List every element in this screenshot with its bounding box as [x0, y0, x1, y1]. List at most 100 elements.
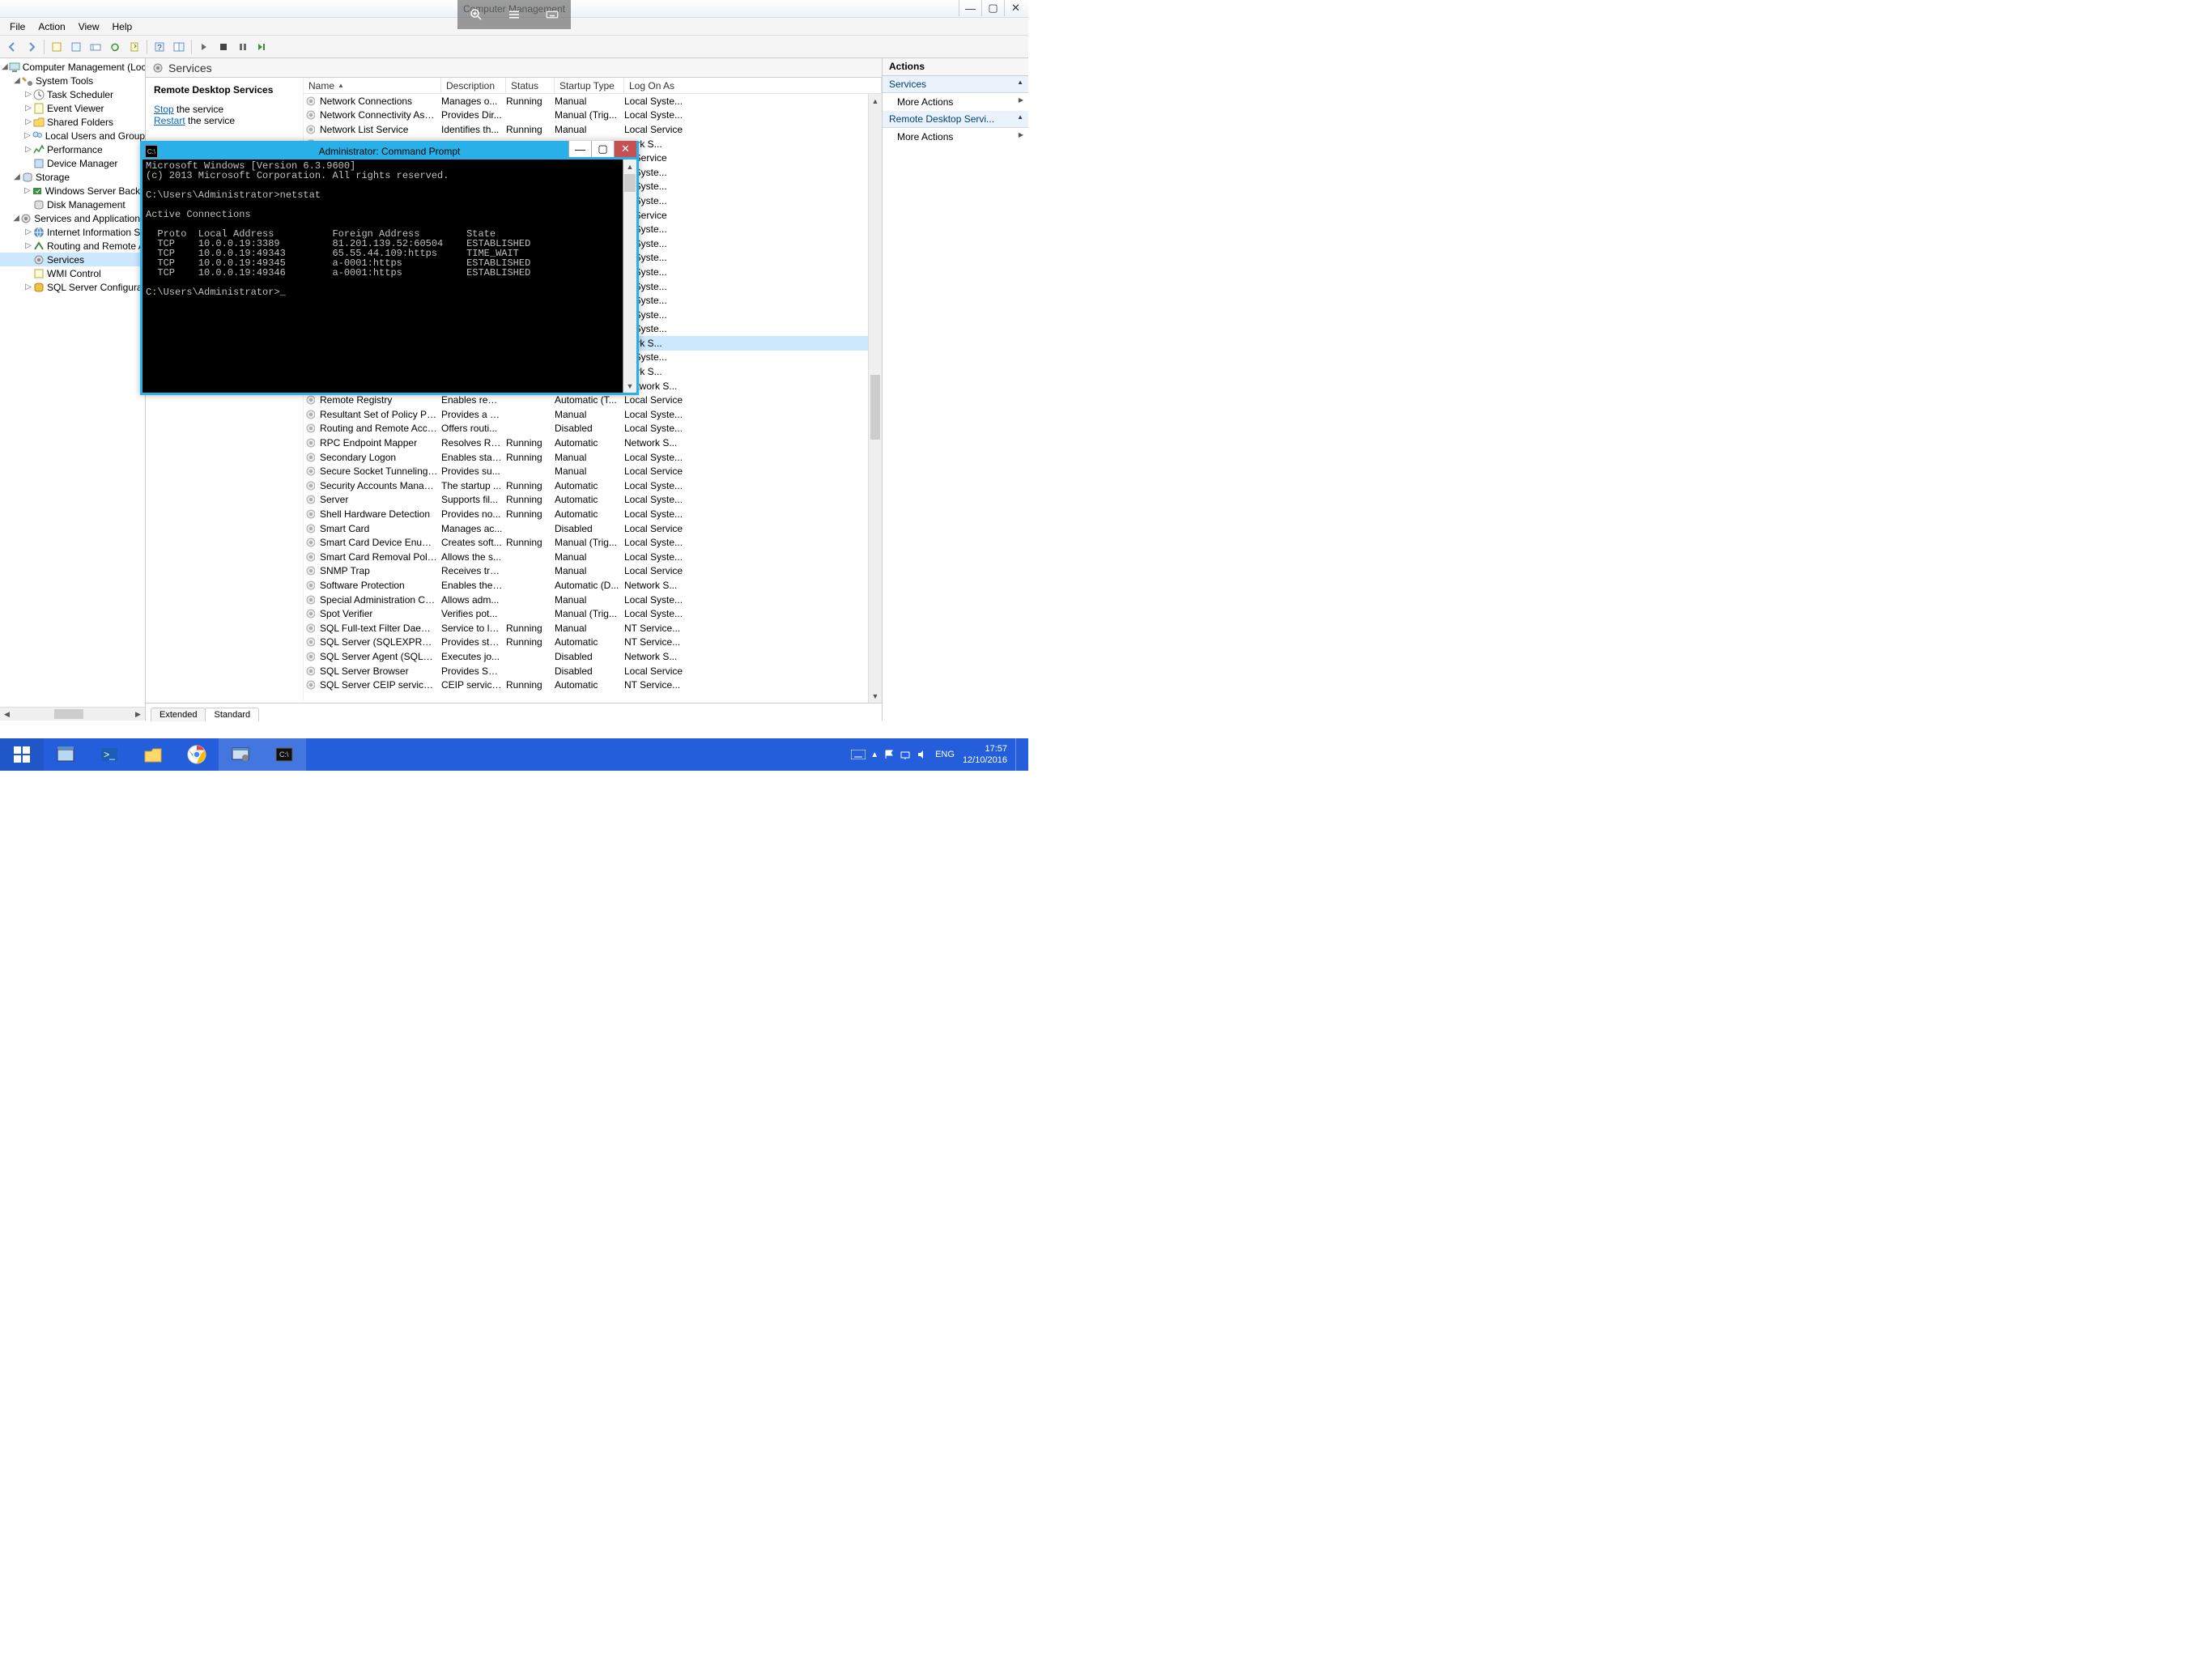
back-button[interactable] [3, 38, 21, 56]
stop-button[interactable] [215, 38, 232, 56]
show-desktop-button[interactable] [1015, 738, 1022, 771]
service-row[interactable]: Smart Card Device Enumera...Creates soft… [304, 535, 882, 550]
service-row[interactable]: Security Accounts ManagerThe startup ...… [304, 478, 882, 493]
actions-section-rds[interactable]: Remote Desktop Servi... [883, 111, 1028, 128]
service-row[interactable]: Routing and Remote AccessOffers routi...… [304, 422, 882, 436]
language-indicator[interactable]: ENG [935, 750, 955, 759]
tree-item[interactable]: ◢System Tools [0, 74, 145, 87]
menu-file[interactable]: File [3, 19, 32, 34]
col-startup[interactable]: Startup Type [555, 78, 624, 93]
more-actions-rds[interactable]: More Actions [883, 128, 1028, 146]
service-row[interactable]: Secondary LogonEnables star...RunningMan… [304, 450, 882, 465]
menu-icon[interactable] [507, 7, 521, 22]
volume-tray-icon[interactable] [916, 749, 927, 760]
help-button[interactable]: ? [151, 38, 168, 56]
cmd-minimize-button[interactable]: — [568, 141, 591, 157]
play-button[interactable] [195, 38, 213, 56]
tree-item[interactable]: ▷SQL Server Configurat [0, 280, 145, 294]
col-logon[interactable]: Log On As [624, 78, 882, 93]
refresh-button[interactable] [106, 38, 124, 56]
tree-item[interactable]: ◢Services and Applications [0, 211, 145, 225]
menu-help[interactable]: Help [106, 19, 139, 34]
service-row[interactable]: SQL Server BrowserProvides SQ...Disabled… [304, 664, 882, 678]
tree-item[interactable]: ▷Performance [0, 142, 145, 156]
restart-link[interactable]: Restart [154, 115, 185, 126]
minimize-button[interactable]: — [959, 0, 981, 16]
service-row[interactable]: SQL Full-text Filter Daemon ...Service t… [304, 621, 882, 636]
close-button[interactable]: ✕ [1004, 0, 1027, 16]
taskbar-powershell[interactable]: >_ [87, 738, 131, 771]
restart-button[interactable] [253, 38, 271, 56]
service-row[interactable]: RPC Endpoint MapperResolves RP...Running… [304, 436, 882, 450]
service-row[interactable]: Secure Socket Tunneling Pr...Provides su… [304, 464, 882, 478]
service-row[interactable]: Network ConnectionsManages o...RunningMa… [304, 94, 882, 108]
tab-extended[interactable]: Extended [151, 708, 206, 721]
remote-toolbar[interactable] [457, 0, 571, 29]
tree-item[interactable]: ◢Storage [0, 170, 145, 184]
cmd-window[interactable]: C:\ Administrator: Command Prompt — ▢ ✕ … [140, 141, 639, 395]
tree-item[interactable]: Disk Management [0, 198, 145, 211]
services-scrollbar-y[interactable]: ▲ ▼ [868, 94, 882, 703]
service-row[interactable]: Network Connectivity Assis...Provides Di… [304, 108, 882, 123]
col-status[interactable]: Status [506, 78, 555, 93]
cmd-titlebar[interactable]: C:\ Administrator: Command Prompt — ▢ ✕ [143, 143, 636, 159]
tab-standard[interactable]: Standard [205, 708, 259, 721]
more-actions-services[interactable]: More Actions [883, 93, 1028, 111]
service-row[interactable]: SNMP TrapReceives tra...ManualLocal Serv… [304, 564, 882, 579]
service-row[interactable]: SQL Server (SQLEXPRESS)Provides sto...Ru… [304, 636, 882, 650]
service-row[interactable]: SQL Server Agent (SQLEXPR...Executes jo.… [304, 649, 882, 664]
toolbar-btn[interactable] [170, 38, 188, 56]
service-row[interactable]: Smart Card Removal PolicyAllows the s...… [304, 550, 882, 564]
service-row[interactable]: Shell Hardware DetectionProvides no...Ru… [304, 507, 882, 521]
toolbar-btn[interactable] [87, 38, 104, 56]
stop-link[interactable]: Stop [154, 104, 174, 115]
tree-item[interactable]: ▷Windows Server Backu [0, 184, 145, 198]
taskbar-server-manager[interactable] [44, 738, 87, 771]
forward-button[interactable] [23, 38, 40, 56]
tree-item[interactable]: ▷Routing and Remote A [0, 239, 145, 253]
service-row[interactable]: ServerSupports fil...RunningAutomaticLoc… [304, 493, 882, 508]
zoom-icon[interactable] [469, 7, 483, 22]
keyboard-tray-icon[interactable] [851, 750, 866, 759]
col-description[interactable]: Description [441, 78, 506, 93]
tree-item[interactable]: ▷Event Viewer [0, 101, 145, 115]
service-row[interactable]: Smart CardManages ac...DisabledLocal Ser… [304, 521, 882, 536]
taskbar-compmgmt[interactable] [219, 738, 262, 771]
tree-item[interactable]: ▷Local Users and Groups [0, 129, 145, 142]
service-row[interactable]: Special Administration Con...Allows adm.… [304, 593, 882, 607]
service-row[interactable]: SQL Server CEIP service (SQ...CEIP servi… [304, 678, 882, 692]
menu-action[interactable]: Action [32, 19, 71, 34]
service-row[interactable]: Remote RegistryEnables rem...Automatic (… [304, 393, 882, 407]
tree-item[interactable]: WMI Control [0, 266, 145, 280]
service-row[interactable]: Spot VerifierVerifies pot...Manual (Trig… [304, 606, 882, 621]
toolbar-btn[interactable] [48, 38, 66, 56]
maximize-button[interactable]: ▢ [981, 0, 1004, 16]
tree-item[interactable]: Services [0, 253, 145, 266]
cmd-output[interactable]: Microsoft Windows [Version 6.3.9600] (c)… [143, 159, 623, 393]
col-name[interactable]: Name▲ [304, 78, 441, 93]
tree-item[interactable]: ◢Computer Management (Local [0, 60, 145, 74]
tree-item[interactable]: ▷Shared Folders [0, 115, 145, 129]
clock[interactable]: 17:57 12/10/2016 [963, 743, 1007, 766]
start-button[interactable] [0, 738, 44, 771]
taskbar-cmd[interactable]: C:\ [262, 738, 306, 771]
pause-button[interactable] [234, 38, 252, 56]
keyboard-icon[interactable] [545, 7, 559, 22]
taskbar-explorer[interactable] [131, 738, 175, 771]
network-tray-icon[interactable] [900, 749, 911, 760]
cmd-close-button[interactable]: ✕ [614, 141, 636, 157]
tree-item[interactable]: Device Manager [0, 156, 145, 170]
cmd-maximize-button[interactable]: ▢ [591, 141, 614, 157]
tree-item[interactable]: ▷Task Scheduler [0, 87, 145, 101]
toolbar-btn[interactable] [67, 38, 85, 56]
service-row[interactable]: Network List ServiceIdentifies th...Runn… [304, 122, 882, 137]
taskbar-chrome[interactable] [175, 738, 219, 771]
service-row[interactable]: Resultant Set of Policy Provi...Provides… [304, 407, 882, 422]
actions-section-services[interactable]: Services [883, 76, 1028, 93]
menu-view[interactable]: View [72, 19, 106, 34]
export-button[interactable] [125, 38, 143, 56]
cmd-scrollbar[interactable]: ▲ ▼ [623, 159, 636, 393]
flag-tray-icon[interactable] [883, 749, 895, 760]
tree-scrollbar-x[interactable]: ◀▶ [0, 707, 145, 721]
tray-up-icon[interactable]: ▲ [870, 750, 878, 759]
